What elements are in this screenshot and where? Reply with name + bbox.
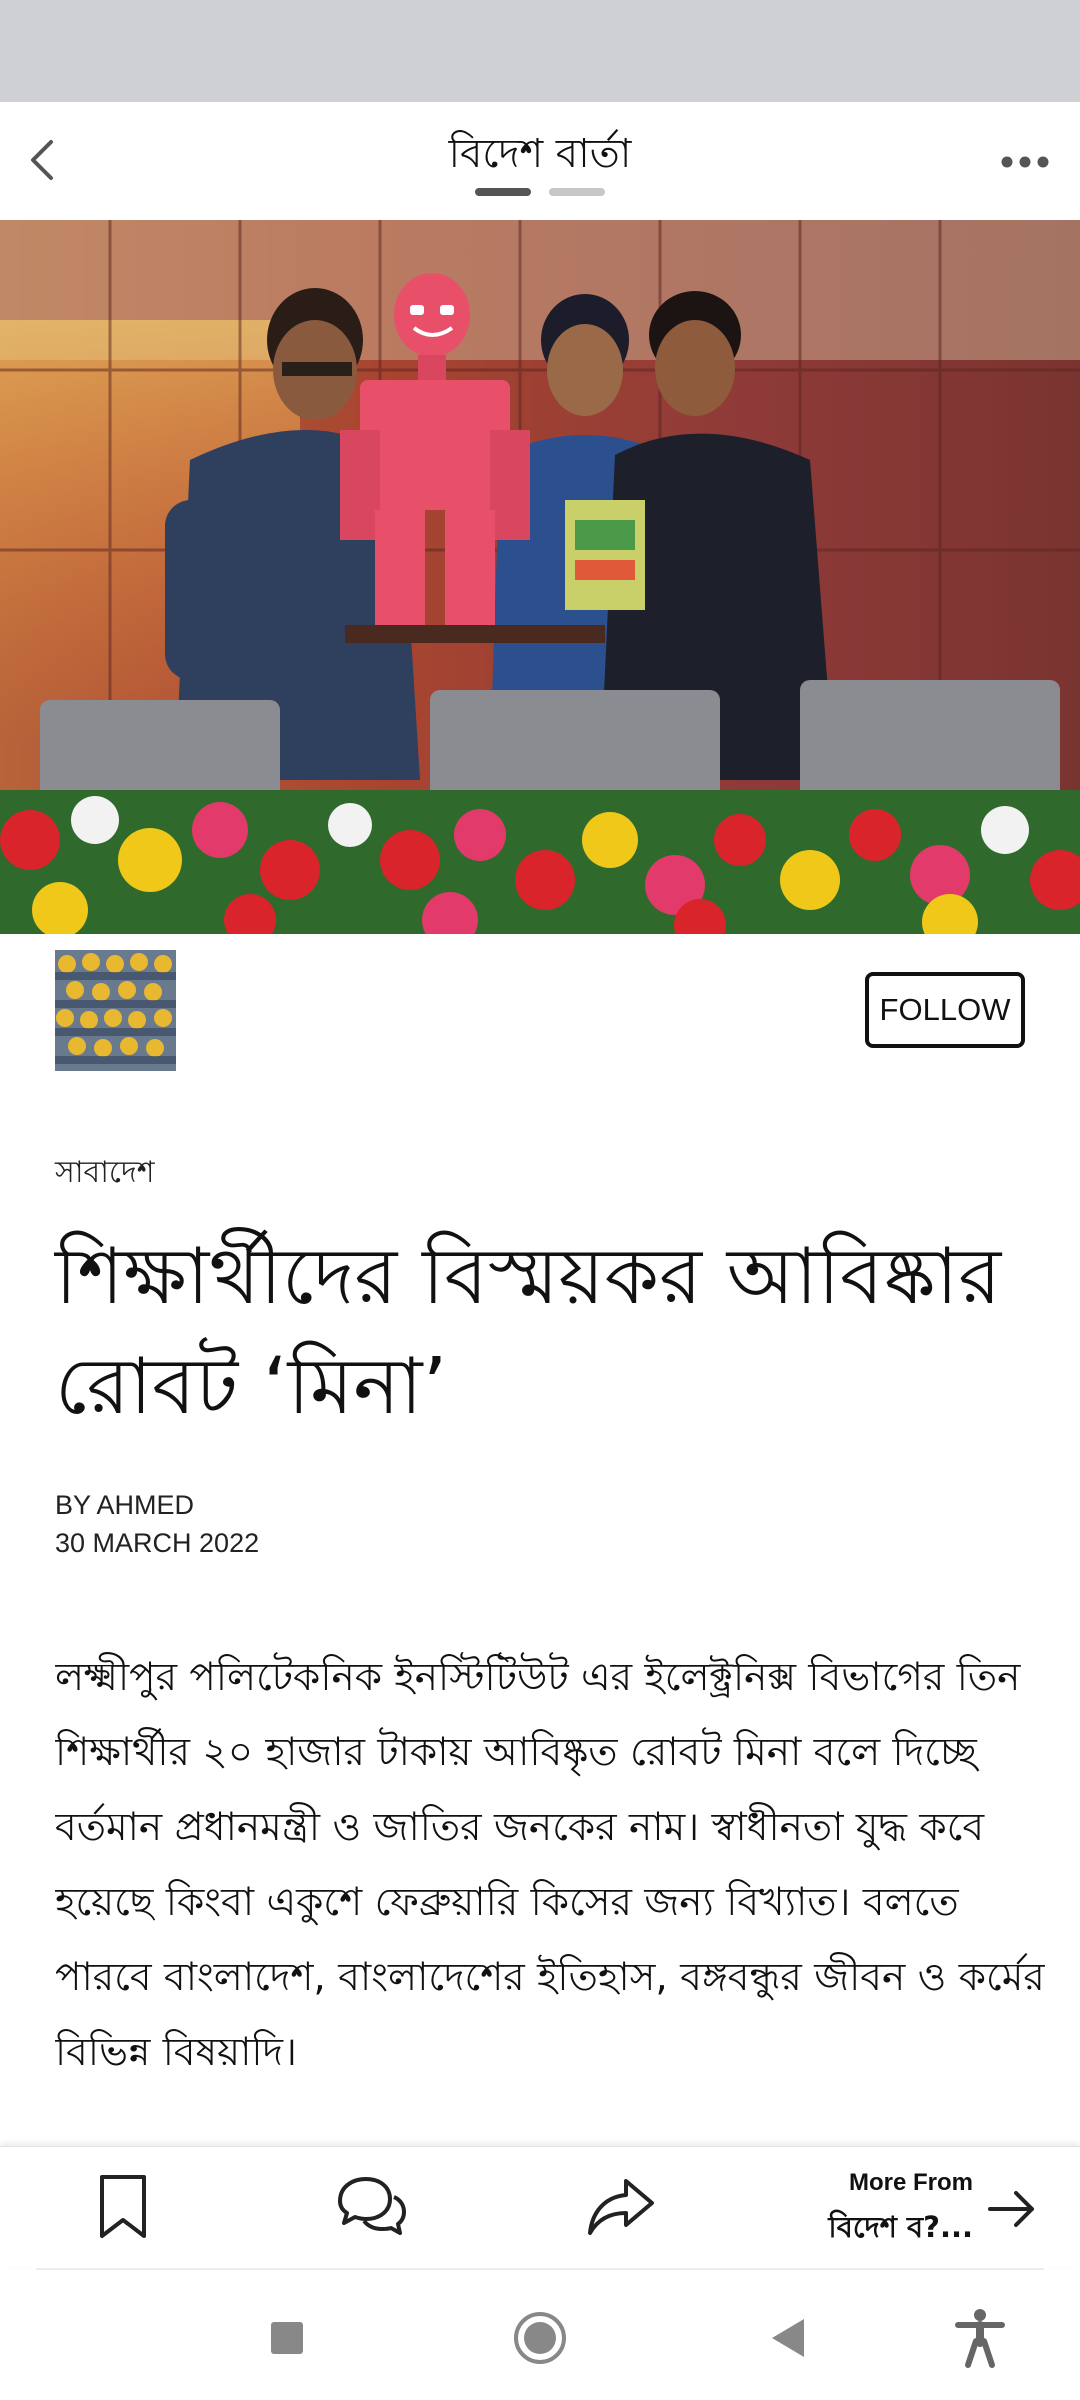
- app-header: বিদেশ বার্তা: [0, 102, 1080, 220]
- article-headline: শিক্ষার্থীদের বিস্ময়কর আবিষ্কার রোবট ‘ম…: [55, 1232, 1002, 1432]
- circle-icon: [514, 2312, 566, 2364]
- arrow-right-icon: [988, 2191, 1034, 2227]
- more-from-button[interactable]: More From বিদেশ ব?...: [800, 2169, 1040, 2247]
- author-name: BY AHMED: [55, 1490, 195, 1520]
- more-from-publication: বিদেশ ব?...: [828, 2210, 973, 2244]
- bookmark-icon: [100, 2175, 146, 2238]
- comments-icon: [338, 2177, 406, 2235]
- accessibility-icon: [955, 2309, 1005, 2368]
- more-from-label: More From: [848, 2169, 973, 2196]
- publication-title: বিদেশ বার্তা: [448, 131, 632, 177]
- bookmark-button[interactable]: [78, 2169, 168, 2245]
- article-byline: BY AHMED 30 MARCH 2022: [55, 1486, 259, 1562]
- share-button[interactable]: [576, 2169, 666, 2245]
- more-options-button[interactable]: [990, 132, 1060, 192]
- article-action-bar: More From বিদেশ ব?...: [0, 2146, 1080, 2268]
- recents-button[interactable]: [247, 2298, 327, 2378]
- comments-button[interactable]: [326, 2169, 416, 2245]
- page-indicator: [475, 188, 605, 196]
- more-horizontal-icon: [1001, 156, 1049, 168]
- hero-image: [0, 220, 1080, 934]
- nav-back-button[interactable]: [748, 2298, 828, 2378]
- article-body: লক্ষ্মীপুর পলিটেকনিক ইনস্টিটিউট এর ইলেক্…: [55, 1655, 1045, 2075]
- home-button[interactable]: [500, 2298, 580, 2378]
- accessibility-button[interactable]: [940, 2298, 1020, 2378]
- publish-date: 30 MARCH 2022: [55, 1528, 260, 1558]
- share-icon: [588, 2179, 654, 2235]
- page-dot-active: [475, 188, 531, 196]
- section-label: সাবাদেশ: [55, 1155, 155, 1190]
- triangle-back-icon: [772, 2319, 804, 2357]
- status-bar: [0, 0, 1080, 102]
- page-dot: [549, 188, 605, 196]
- source-logo[interactable]: [55, 950, 176, 1071]
- source-row: FOLLOW: [0, 934, 1080, 1084]
- system-nav-bar: [0, 2270, 1080, 2400]
- follow-button[interactable]: FOLLOW: [865, 972, 1025, 1048]
- square-icon: [271, 2322, 303, 2354]
